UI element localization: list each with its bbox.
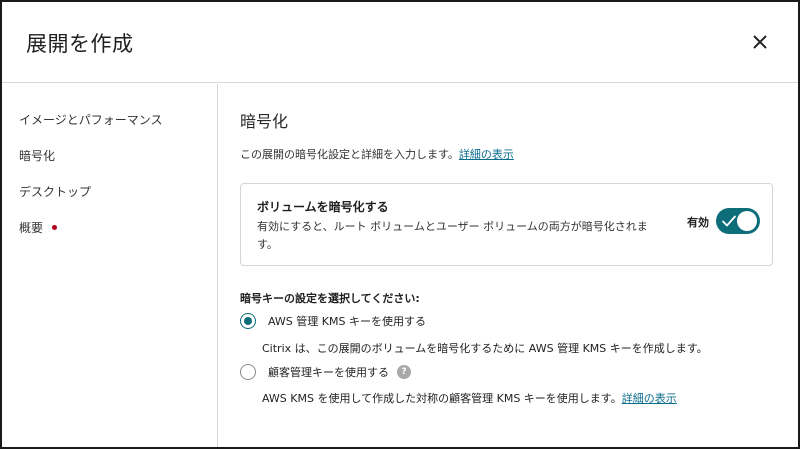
sidebar-item-summary[interactable]: 概要 — [19, 219, 58, 236]
main-content: 暗号化 この展開の暗号化設定と詳細を入力します。詳細の表示 ボリュームを暗号化す… — [219, 84, 798, 447]
sidebar-item-image-performance[interactable]: イメージとパフォーマンス — [19, 111, 163, 128]
close-button[interactable] — [748, 30, 772, 54]
card-title: ボリュームを暗号化する — [257, 200, 389, 214]
radio-customer-managed-key[interactable] — [240, 364, 256, 380]
toggle-knob — [737, 211, 757, 231]
radio-aws-managed-key[interactable] — [240, 313, 256, 329]
sidebar-item-label: 概要 — [19, 221, 44, 235]
toggle-label: 有効 — [687, 216, 709, 229]
sidebar-item-label: イメージとパフォーマンス — [19, 113, 163, 127]
dialog-header: 展開を作成 — [2, 2, 798, 83]
encrypt-volume-card: ボリュームを暗号化する 有効にすると、ルート ボリュームとユーザー ボリュームの… — [240, 183, 773, 266]
section-description: この展開の暗号化設定と詳細を入力します。詳細の表示 — [240, 146, 514, 162]
details-link[interactable]: 詳細の表示 — [622, 392, 677, 405]
close-icon — [753, 35, 767, 49]
details-link[interactable]: 詳細の表示 — [459, 148, 514, 161]
dialog: 展開を作成 イメージとパフォーマンス 暗号化 デスクトップ 概要 暗号化 この展… — [0, 0, 800, 449]
required-indicator-dot — [52, 225, 58, 230]
sidebar-item-desktop[interactable]: デスクトップ — [19, 183, 91, 200]
radio-label: AWS 管理 KMS キーを使用する — [268, 315, 426, 328]
help-icon[interactable]: ? — [397, 365, 411, 379]
option-description-text: AWS KMS を使用して作成した対称の顧客管理 KMS キーを使用します。 — [262, 392, 622, 405]
key-setting-heading: 暗号キーの設定を選択してください: — [240, 292, 420, 305]
option-description: AWS KMS を使用して作成した対称の顧客管理 KMS キーを使用します。詳細… — [262, 390, 677, 406]
section-description-text: この展開の暗号化設定と詳細を入力します。 — [240, 148, 459, 161]
sidebar-item-label: 暗号化 — [19, 149, 56, 163]
sidebar-item-encryption[interactable]: 暗号化 — [19, 147, 55, 164]
option-description: Citrix は、この展開のボリュームを暗号化するために AWS 管理 KMS … — [262, 342, 708, 355]
option-customer-managed-key[interactable]: 顧客管理キーを使用する ? — [240, 364, 411, 380]
radio-label: 顧客管理キーを使用する — [268, 366, 389, 379]
sidebar-item-label: デスクトップ — [19, 185, 92, 199]
option-aws-managed-key[interactable]: AWS 管理 KMS キーを使用する — [240, 313, 426, 329]
check-icon — [722, 215, 736, 227]
section-title: 暗号化 — [240, 112, 289, 131]
sidebar: イメージとパフォーマンス 暗号化 デスクトップ 概要 — [2, 84, 218, 447]
card-description: 有効にすると、ルート ボリュームとユーザー ボリュームの両方が暗号化されます。 — [257, 220, 648, 251]
encrypt-volume-toggle[interactable] — [716, 208, 760, 234]
dialog-title: 展開を作成 — [26, 32, 134, 56]
